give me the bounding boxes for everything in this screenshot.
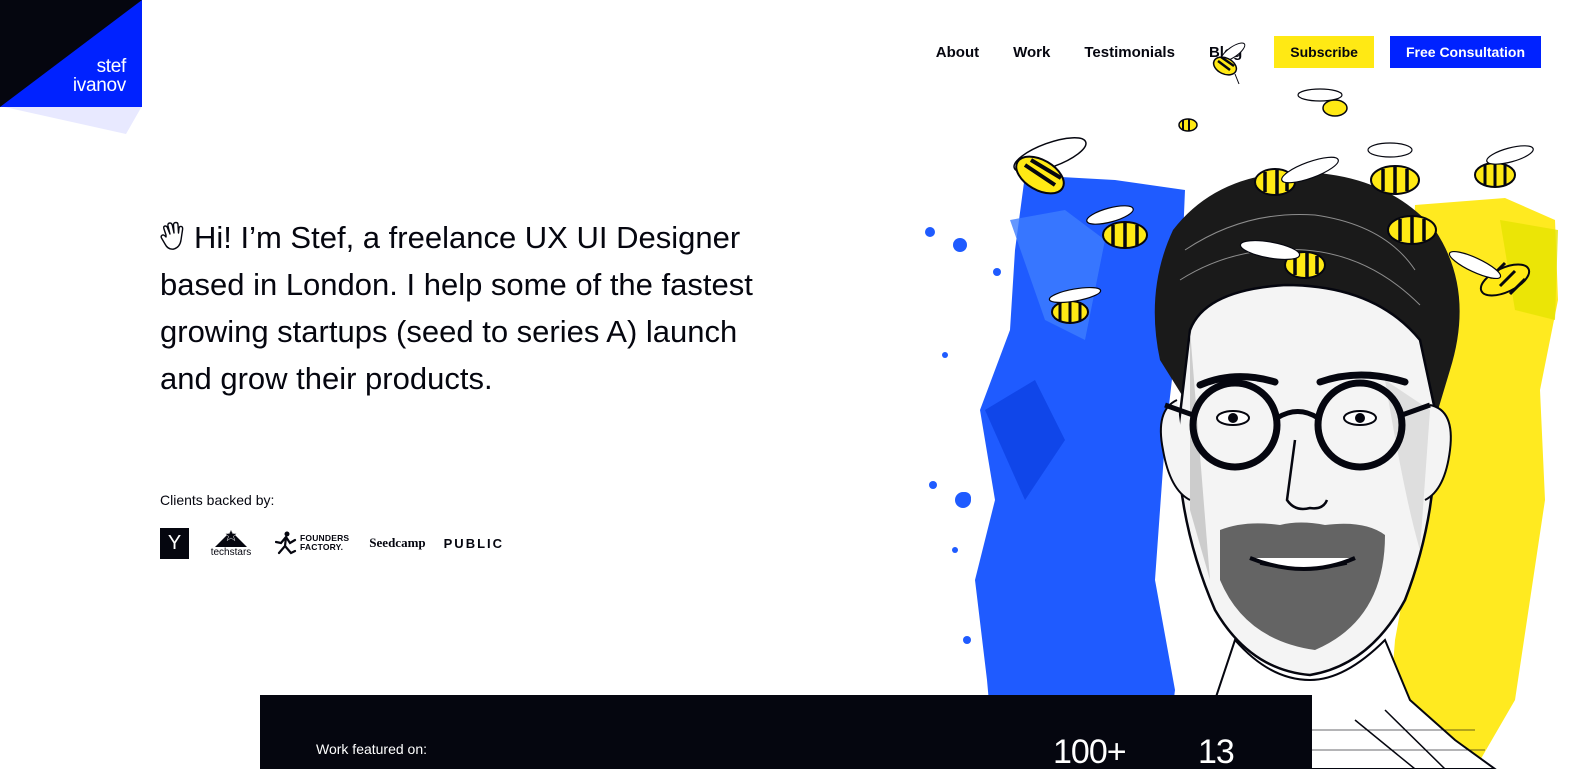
nav-testimonials[interactable]: Testimonials: [1084, 44, 1175, 61]
techstars-label: techstars: [210, 547, 252, 558]
hero-text: Hi! I’m Stef, a freelance UX UI Designer…: [160, 220, 753, 396]
featured-band: Work featured on: 100+ 13: [260, 695, 1312, 769]
logo-line1: stef: [96, 56, 127, 77]
nav-work[interactable]: Work: [1013, 44, 1050, 61]
clients-label: Clients backed by:: [160, 492, 275, 508]
site-logo[interactable]: stef ivanov: [0, 0, 142, 134]
techstars-mountain-icon: [215, 529, 247, 547]
public-logo: PUBLIC: [443, 535, 505, 551]
seedcamp-logo: Seedcamp: [369, 535, 426, 550]
founders-factory-figure-icon: [275, 531, 297, 555]
bee-icon: [1212, 42, 1246, 85]
techstars-logo: techstars: [207, 528, 255, 558]
portrait-illustration: [915, 80, 1583, 769]
founders-factory-logo: FOUNDERS FACTORY.: [275, 531, 349, 555]
free-consultation-button[interactable]: Free Consultation: [1389, 36, 1541, 68]
ff-line2: FACTORY.: [300, 542, 344, 552]
stat-projects: 100+: [1053, 733, 1127, 769]
work-featured-label: Work featured on:: [316, 741, 428, 757]
logo-line2: ivanov: [72, 75, 126, 96]
portrait-with-bees-image: [925, 88, 1558, 769]
logo-text: stef ivanov: [73, 57, 126, 95]
hero-intro: Hi! I’m Stef, a freelance UX UI Designer…: [160, 214, 770, 402]
subscribe-button[interactable]: Subscribe: [1274, 36, 1374, 68]
waving-hand-icon: [160, 221, 184, 250]
ycombinator-logo: Y: [160, 527, 189, 559]
stat-years: 13: [1198, 733, 1235, 769]
client-logos: Y techstars FOUNDERS FACTORY. Seedcamp P…: [160, 525, 504, 561]
nav-about[interactable]: About: [936, 44, 979, 61]
